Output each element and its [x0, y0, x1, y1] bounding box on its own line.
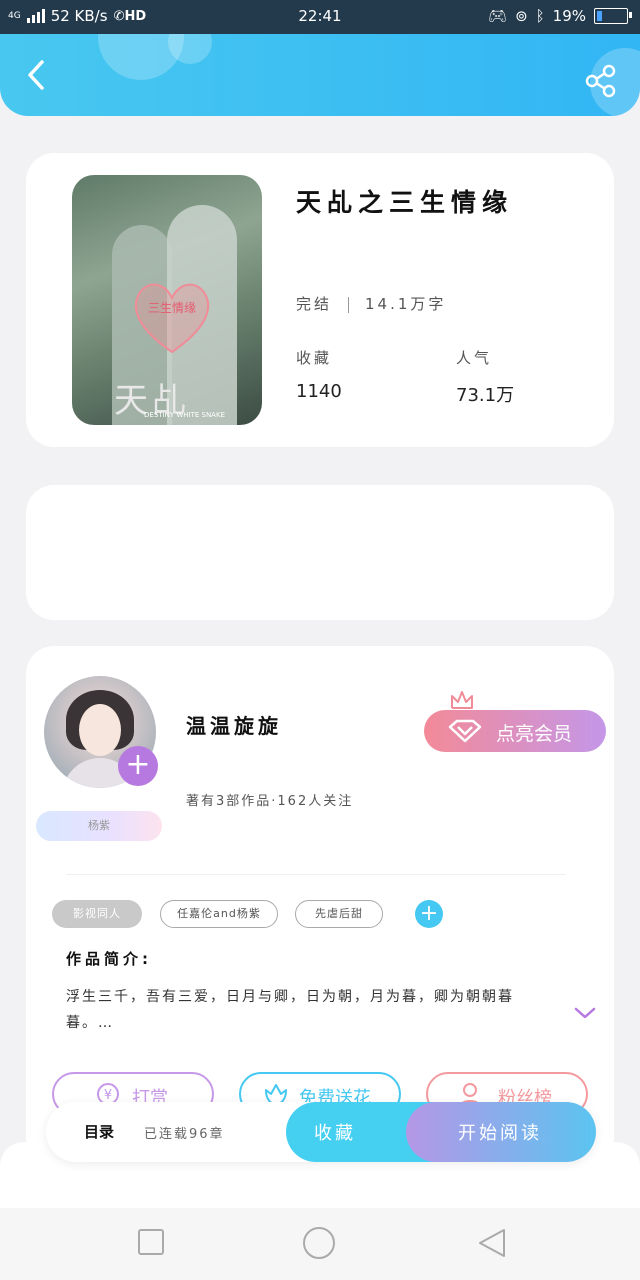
back-nav-icon[interactable] — [478, 1228, 506, 1258]
tag-3[interactable]: 先虐后甜 — [295, 900, 383, 928]
crown-icon — [451, 691, 473, 709]
back-button[interactable] — [22, 58, 52, 92]
start-reading-button[interactable]: 开始阅读 — [406, 1102, 596, 1162]
top-header — [0, 34, 640, 116]
vip-button[interactable]: 点亮会员 — [424, 710, 606, 752]
popularity-value: 73.1万 — [456, 385, 515, 406]
collect-label: 收藏 — [296, 349, 333, 367]
author-meta: 著有3部作品·162人关注 — [186, 794, 354, 809]
svg-text:¥: ¥ — [104, 1088, 112, 1103]
fan-badge-label: 杨紫 — [88, 819, 110, 832]
toc-button[interactable]: 目录 — [84, 1121, 114, 1142]
book-info-card: 三生情缘 天乩 DESTINY WHITE SNAKE 天乩之三生情缘 完结 14… — [26, 153, 614, 447]
status-bar: 4G 52 KB/s ✆HD 22:41 🎮︎ ⊚ ᛒ 19% — [0, 0, 640, 34]
collect-button-label: 收藏 — [314, 1123, 356, 1144]
share-button[interactable] — [584, 64, 618, 98]
intro-text: 浮生三千，吾有三爱，日月与卿，日为朝，月为暮，卿为朝朝暮暮。… — [66, 989, 514, 1031]
start-reading-label: 开始阅读 — [458, 1123, 542, 1144]
bluetooth-icon: ᛒ — [535, 7, 545, 25]
cover-subtitle: DESTINY WHITE SNAKE — [144, 411, 225, 419]
cover-heart-text: 三生情缘 — [148, 301, 196, 315]
divider — [66, 874, 566, 875]
intro-title: 作品简介: — [66, 950, 152, 968]
system-nav-bar — [0, 1208, 640, 1280]
book-cover[interactable]: 三生情缘 天乩 DESTINY WHITE SNAKE — [72, 175, 262, 425]
author-card: + 杨紫 温温旋旋 著有3部作品·162人关注 点亮会员 影视同人 任嘉伦and… — [26, 646, 614, 1166]
add-tag-button[interactable]: + — [415, 900, 443, 928]
chevron-left-icon — [28, 60, 44, 90]
popularity-label: 人气 — [456, 349, 493, 367]
empty-card — [26, 485, 614, 620]
battery-icon — [594, 8, 632, 24]
vip-label: 点亮会员 — [496, 723, 573, 745]
recent-apps-icon[interactable] — [137, 1228, 165, 1256]
author-name: 温温旋旋 — [186, 714, 282, 738]
collect-value: 1140 — [296, 381, 342, 402]
book-title: 天乩之三生情缘 — [296, 188, 514, 217]
fan-badge: 杨紫 — [36, 811, 162, 841]
book-status-line: 完结 14.1万字 — [296, 293, 446, 314]
chapter-count: 已连载96章 — [144, 1127, 225, 1142]
follow-plus-button[interactable]: + — [118, 746, 158, 786]
word-count: 14.1万字 — [365, 295, 447, 313]
tag-2[interactable]: 任嘉伦and杨紫 — [160, 900, 278, 928]
book-status: 完结 — [296, 295, 333, 313]
read-bar: 目录 已连载96章 收藏 开始阅读 — [46, 1102, 596, 1162]
lock-rotation-icon: ⊚ — [515, 7, 528, 25]
heart-icon: 三生情缘 — [134, 283, 210, 354]
home-icon[interactable] — [302, 1226, 336, 1260]
game-icon: 🎮︎ — [488, 7, 508, 25]
battery-percent: 19% — [552, 7, 586, 25]
diamond-icon — [448, 719, 482, 743]
chevron-down-icon[interactable] — [574, 1006, 596, 1020]
tag-1[interactable]: 影视同人 — [52, 900, 142, 928]
share-icon — [585, 64, 616, 98]
